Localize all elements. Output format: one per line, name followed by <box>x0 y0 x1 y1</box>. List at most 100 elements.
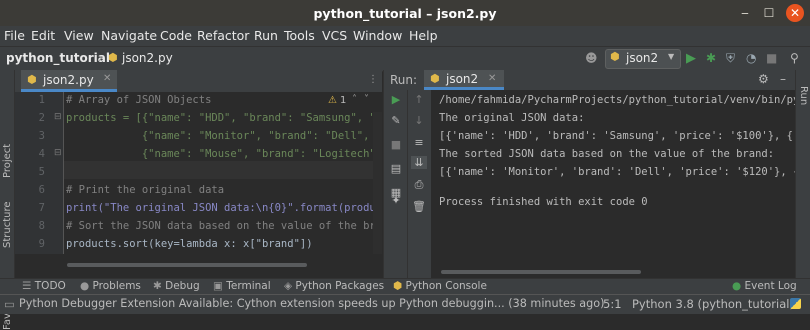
chevron-down-icon: ▼ <box>668 52 675 61</box>
profile-icon[interactable]: ◔ <box>746 51 756 65</box>
todo-label: TODO <box>34 280 66 292</box>
inspection-widget[interactable]: ⚠ 1 ˄ ˅ <box>324 92 382 110</box>
title-bar: python_tutorial – json2.py ‒ ☐ ✕ <box>0 0 810 26</box>
event-log-tool-button[interactable]: ● Event Log <box>732 280 797 292</box>
run-tab-json2[interactable]: ⬢ json2 ✕ <box>424 70 504 90</box>
line-number: 9 <box>38 238 45 250</box>
stop-icon[interactable]: ■ <box>766 51 777 65</box>
status-icon: ▭ <box>4 297 15 311</box>
hide-panel-icon[interactable]: – <box>780 72 786 86</box>
python-run-config-icon: ⬢ <box>610 50 620 63</box>
python-packages-label: Python Packages <box>295 280 385 292</box>
fold-icon[interactable]: ⊟ <box>54 148 62 158</box>
status-bar: ▭ Python Debugger Extension Available: C… <box>0 294 810 314</box>
menu-view[interactable]: View <box>64 28 94 43</box>
menu-window[interactable]: Window <box>353 28 402 43</box>
code-editor[interactable]: # Array of JSON Objects products = [{"na… <box>64 92 382 254</box>
coverage-icon[interactable]: ⛨ <box>726 51 735 66</box>
menu-tools[interactable]: Tools <box>284 28 315 43</box>
problems-label: Problems <box>92 280 141 292</box>
console-horizontal-scrollbar[interactable] <box>441 270 641 274</box>
fold-icon[interactable]: ⊟ <box>54 112 62 122</box>
run-console[interactable]: /home/fahmida/PycharmProjects/python_tut… <box>431 90 795 278</box>
minimize-button[interactable]: ‒ <box>736 4 754 22</box>
stop-icon[interactable]: ■ <box>388 138 404 151</box>
structure-tool-tab[interactable]: Structure <box>2 201 13 248</box>
line-number: 6 <box>38 184 45 196</box>
code-line: # Sort the JSON data based on the value … <box>66 220 382 232</box>
editor-gutter: 1 2 3 4 5 6 7 8 9 ⊟ ⊟ <box>15 92 64 254</box>
python-packages-tool-button[interactable]: ◈ Python Packages <box>284 280 384 292</box>
debug-tool-button[interactable]: ✱ Debug <box>153 280 200 292</box>
code-line: print("The original JSON data:\n{0}".for… <box>66 202 382 214</box>
gear-icon[interactable]: ⚙ <box>758 72 769 86</box>
run-icon[interactable]: ▶ <box>686 51 696 66</box>
editor-scrollbar[interactable] <box>373 112 382 254</box>
editor-horizontal-scrollbar[interactable] <box>67 263 307 267</box>
run-tool-tab[interactable]: Run <box>798 86 809 105</box>
pin-icon[interactable]: ✦ <box>388 194 404 207</box>
python-badge-icon <box>790 298 801 309</box>
scroll-to-end-icon[interactable]: ⇊ <box>411 156 427 169</box>
status-message[interactable]: Python Debugger Extension Available: Cyt… <box>19 297 604 310</box>
user-icon[interactable]: ☻ <box>585 51 598 65</box>
chevron-down-icon[interactable]: ˅ <box>364 94 369 105</box>
menu-help[interactable]: Help <box>409 28 438 43</box>
cursor-position[interactable]: 5:1 <box>603 297 622 311</box>
soft-wrap-icon[interactable]: ≡ <box>411 136 427 149</box>
close-tab-icon[interactable]: ✕ <box>488 73 496 84</box>
window-title: python_tutorial – json2.py <box>313 6 497 21</box>
search-icon[interactable]: ⚲ <box>790 51 799 65</box>
python-console-icon: ⬢ <box>393 280 406 292</box>
arrow-up-icon[interactable]: ↑ <box>411 93 427 106</box>
line-number: 8 <box>38 220 45 232</box>
menu-file[interactable]: File <box>4 28 25 43</box>
editor-tab-label: json2.py <box>43 73 94 87</box>
arrow-down-icon[interactable]: ↓ <box>411 114 427 127</box>
problems-tool-button[interactable]: ● Problems <box>80 280 141 292</box>
restore-layout-icon[interactable]: ▤ <box>388 162 404 175</box>
run-config-label: json2 <box>626 51 659 65</box>
trash-icon[interactable]: 🗑 <box>411 200 427 213</box>
more-tabs-icon[interactable]: ⋮ <box>368 74 378 85</box>
menu-run[interactable]: Run <box>254 28 278 43</box>
breadcrumb-file[interactable]: json2.py <box>122 51 173 65</box>
event-log-label: Event Log <box>744 280 797 292</box>
breadcrumb-project[interactable]: python_tutorial <box>6 51 110 65</box>
maximize-button[interactable]: ☐ <box>760 4 778 22</box>
console-line: [{'name': 'HDD', 'brand': 'Samsung', 'pr… <box>439 130 794 142</box>
menu-vcs[interactable]: VCS <box>322 28 347 43</box>
close-button[interactable]: ✕ <box>786 4 804 22</box>
debug-label: Debug <box>165 280 200 292</box>
console-line: /home/fahmida/PycharmProjects/python_tut… <box>439 94 795 106</box>
menu-bar: File Edit View Navigate Code Refactor Ru… <box>0 26 810 46</box>
bottom-tool-bar: ☰ TODO ● Problems ✱ Debug ▣ Terminal ◈ P… <box>0 278 810 295</box>
chevron-right-icon: › <box>98 51 103 65</box>
debug-bug-icon: ✱ <box>153 280 166 292</box>
close-tab-icon[interactable]: ✕ <box>103 73 111 84</box>
line-number: 2 <box>38 112 45 124</box>
interpreter-selector[interactable]: Python 3.8 (python_tutorial) <box>632 297 794 311</box>
rerun-icon[interactable]: ▶ <box>388 93 404 106</box>
menu-code[interactable]: Code <box>160 28 192 43</box>
chevron-up-icon[interactable]: ˄ <box>352 94 357 105</box>
wrench-icon[interactable]: ✎ <box>388 114 404 127</box>
todo-tool-button[interactable]: ☰ TODO <box>22 280 66 292</box>
run-config-selector[interactable]: ⬢ json2 ▼ <box>605 49 681 69</box>
problems-icon: ● <box>80 280 93 292</box>
run-panel-header: Run: ⬢ json2 ✕ ⚙ – <box>383 70 810 91</box>
debug-bug-icon[interactable]: ✱ <box>706 51 716 65</box>
menu-edit[interactable]: Edit <box>31 28 55 43</box>
terminal-label: Terminal <box>226 280 271 292</box>
python-file-icon: ⬢ <box>27 73 37 86</box>
menu-refactor[interactable]: Refactor <box>197 28 249 43</box>
packages-icon: ◈ <box>284 280 296 292</box>
code-line: # Print the original data <box>66 184 225 196</box>
project-tool-tab[interactable]: Project <box>2 144 13 178</box>
console-toolbar: ↑ ↓ ≡ ⇊ ⎙ 🗑 <box>407 90 431 278</box>
print-icon[interactable]: ⎙ <box>411 178 427 192</box>
terminal-tool-button[interactable]: ▣ Terminal <box>213 280 271 292</box>
python-console-tool-button[interactable]: ⬢ Python Console <box>393 280 487 292</box>
menu-navigate[interactable]: Navigate <box>101 28 157 43</box>
editor-tab-json2[interactable]: ⬢ json2.py ✕ <box>21 70 117 92</box>
